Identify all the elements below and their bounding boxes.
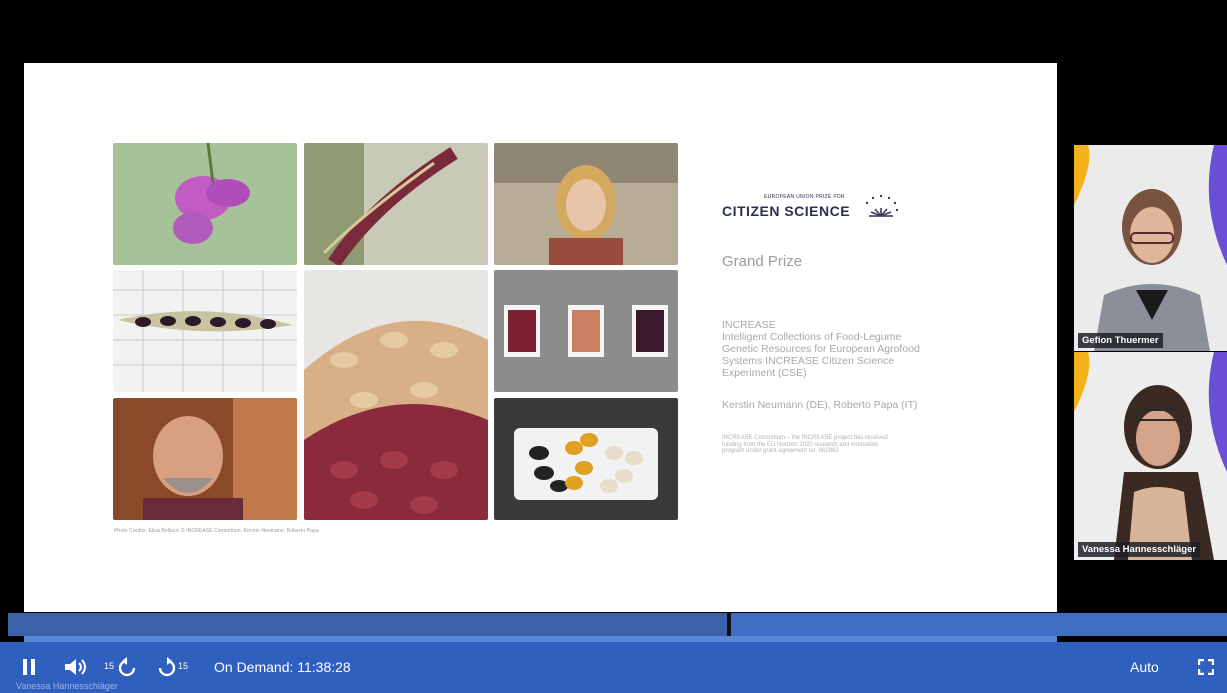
participant-name-label: Vanessa Hannesschläger (1078, 542, 1201, 557)
photo-bean-pod (304, 143, 488, 265)
project-description: INCREASE Intelligent Collections of Food… (722, 319, 967, 379)
forward-seconds: 15 (178, 661, 189, 671)
rewind-button[interactable]: 15 (104, 657, 138, 677)
project-line: Intelligent Collections of Food-Legume (722, 331, 902, 343)
rewind-seconds: 15 (104, 661, 115, 671)
fullscreen-icon[interactable] (1198, 659, 1214, 675)
pause-icon[interactable] (22, 659, 36, 675)
player-controls: 15 15 On Demand: 11:38:28 Auto (0, 642, 1227, 693)
project-line: INCREASE (722, 319, 776, 331)
project-line: Systems INCREASE Citizen Science (722, 355, 895, 367)
forward-button[interactable]: 15 (158, 657, 194, 677)
project-line: Experiment (CSE) (722, 367, 807, 379)
participant-video-image (1074, 352, 1227, 560)
photo-credit: Photo Credits: Elisa Bellucci © INCREASE… (114, 528, 319, 534)
viewer-watermark: Vanessa Hannesschläger (16, 681, 118, 691)
photo-pod-on-grid (113, 270, 297, 392)
participant-name-label: Gefion Thuermer (1078, 333, 1163, 348)
participant-video-2: Vanessa Hannesschläger (1074, 352, 1227, 560)
participant-video-image (1074, 145, 1227, 351)
playback-status: On Demand: 11:38:28 (214, 659, 351, 675)
project-line: Genetic Resources for European Agrofood (722, 343, 920, 355)
photo-bean-plate (494, 398, 678, 520)
seek-bar-played (8, 613, 727, 636)
photo-bean-trays (494, 270, 678, 392)
photo-bean-pile (304, 270, 488, 520)
photo-bean-flower (113, 143, 297, 265)
prize-logo-subtitle: EUROPEAN UNION PRIZE FOR (764, 194, 845, 200)
presentation-slide: Photo Credits: Elisa Bellucci © INCREASE… (24, 63, 1057, 612)
rewind-icon (118, 657, 136, 677)
quality-button[interactable]: Auto (1130, 659, 1159, 675)
participant-video-1: Gefion Thuermer (1074, 145, 1227, 351)
photo-kerstin-neumann (494, 143, 678, 265)
funding-note: INCREASE Consortium – the INCREASE proje… (722, 435, 957, 455)
funding-line: program under grant agreement no. 862862 (722, 448, 839, 454)
photo-roberto-papa (113, 398, 297, 520)
prize-logo-icon (865, 194, 899, 217)
project-authors: Kerstin Neumann (DE), Roberto Papa (IT) (722, 399, 918, 411)
seek-handle[interactable] (727, 613, 731, 636)
prize-logo-title: CITIZEN SCIENCE (722, 203, 851, 219)
forward-icon (158, 657, 176, 677)
volume-icon[interactable] (63, 658, 89, 676)
award-title: Grand Prize (722, 253, 803, 270)
